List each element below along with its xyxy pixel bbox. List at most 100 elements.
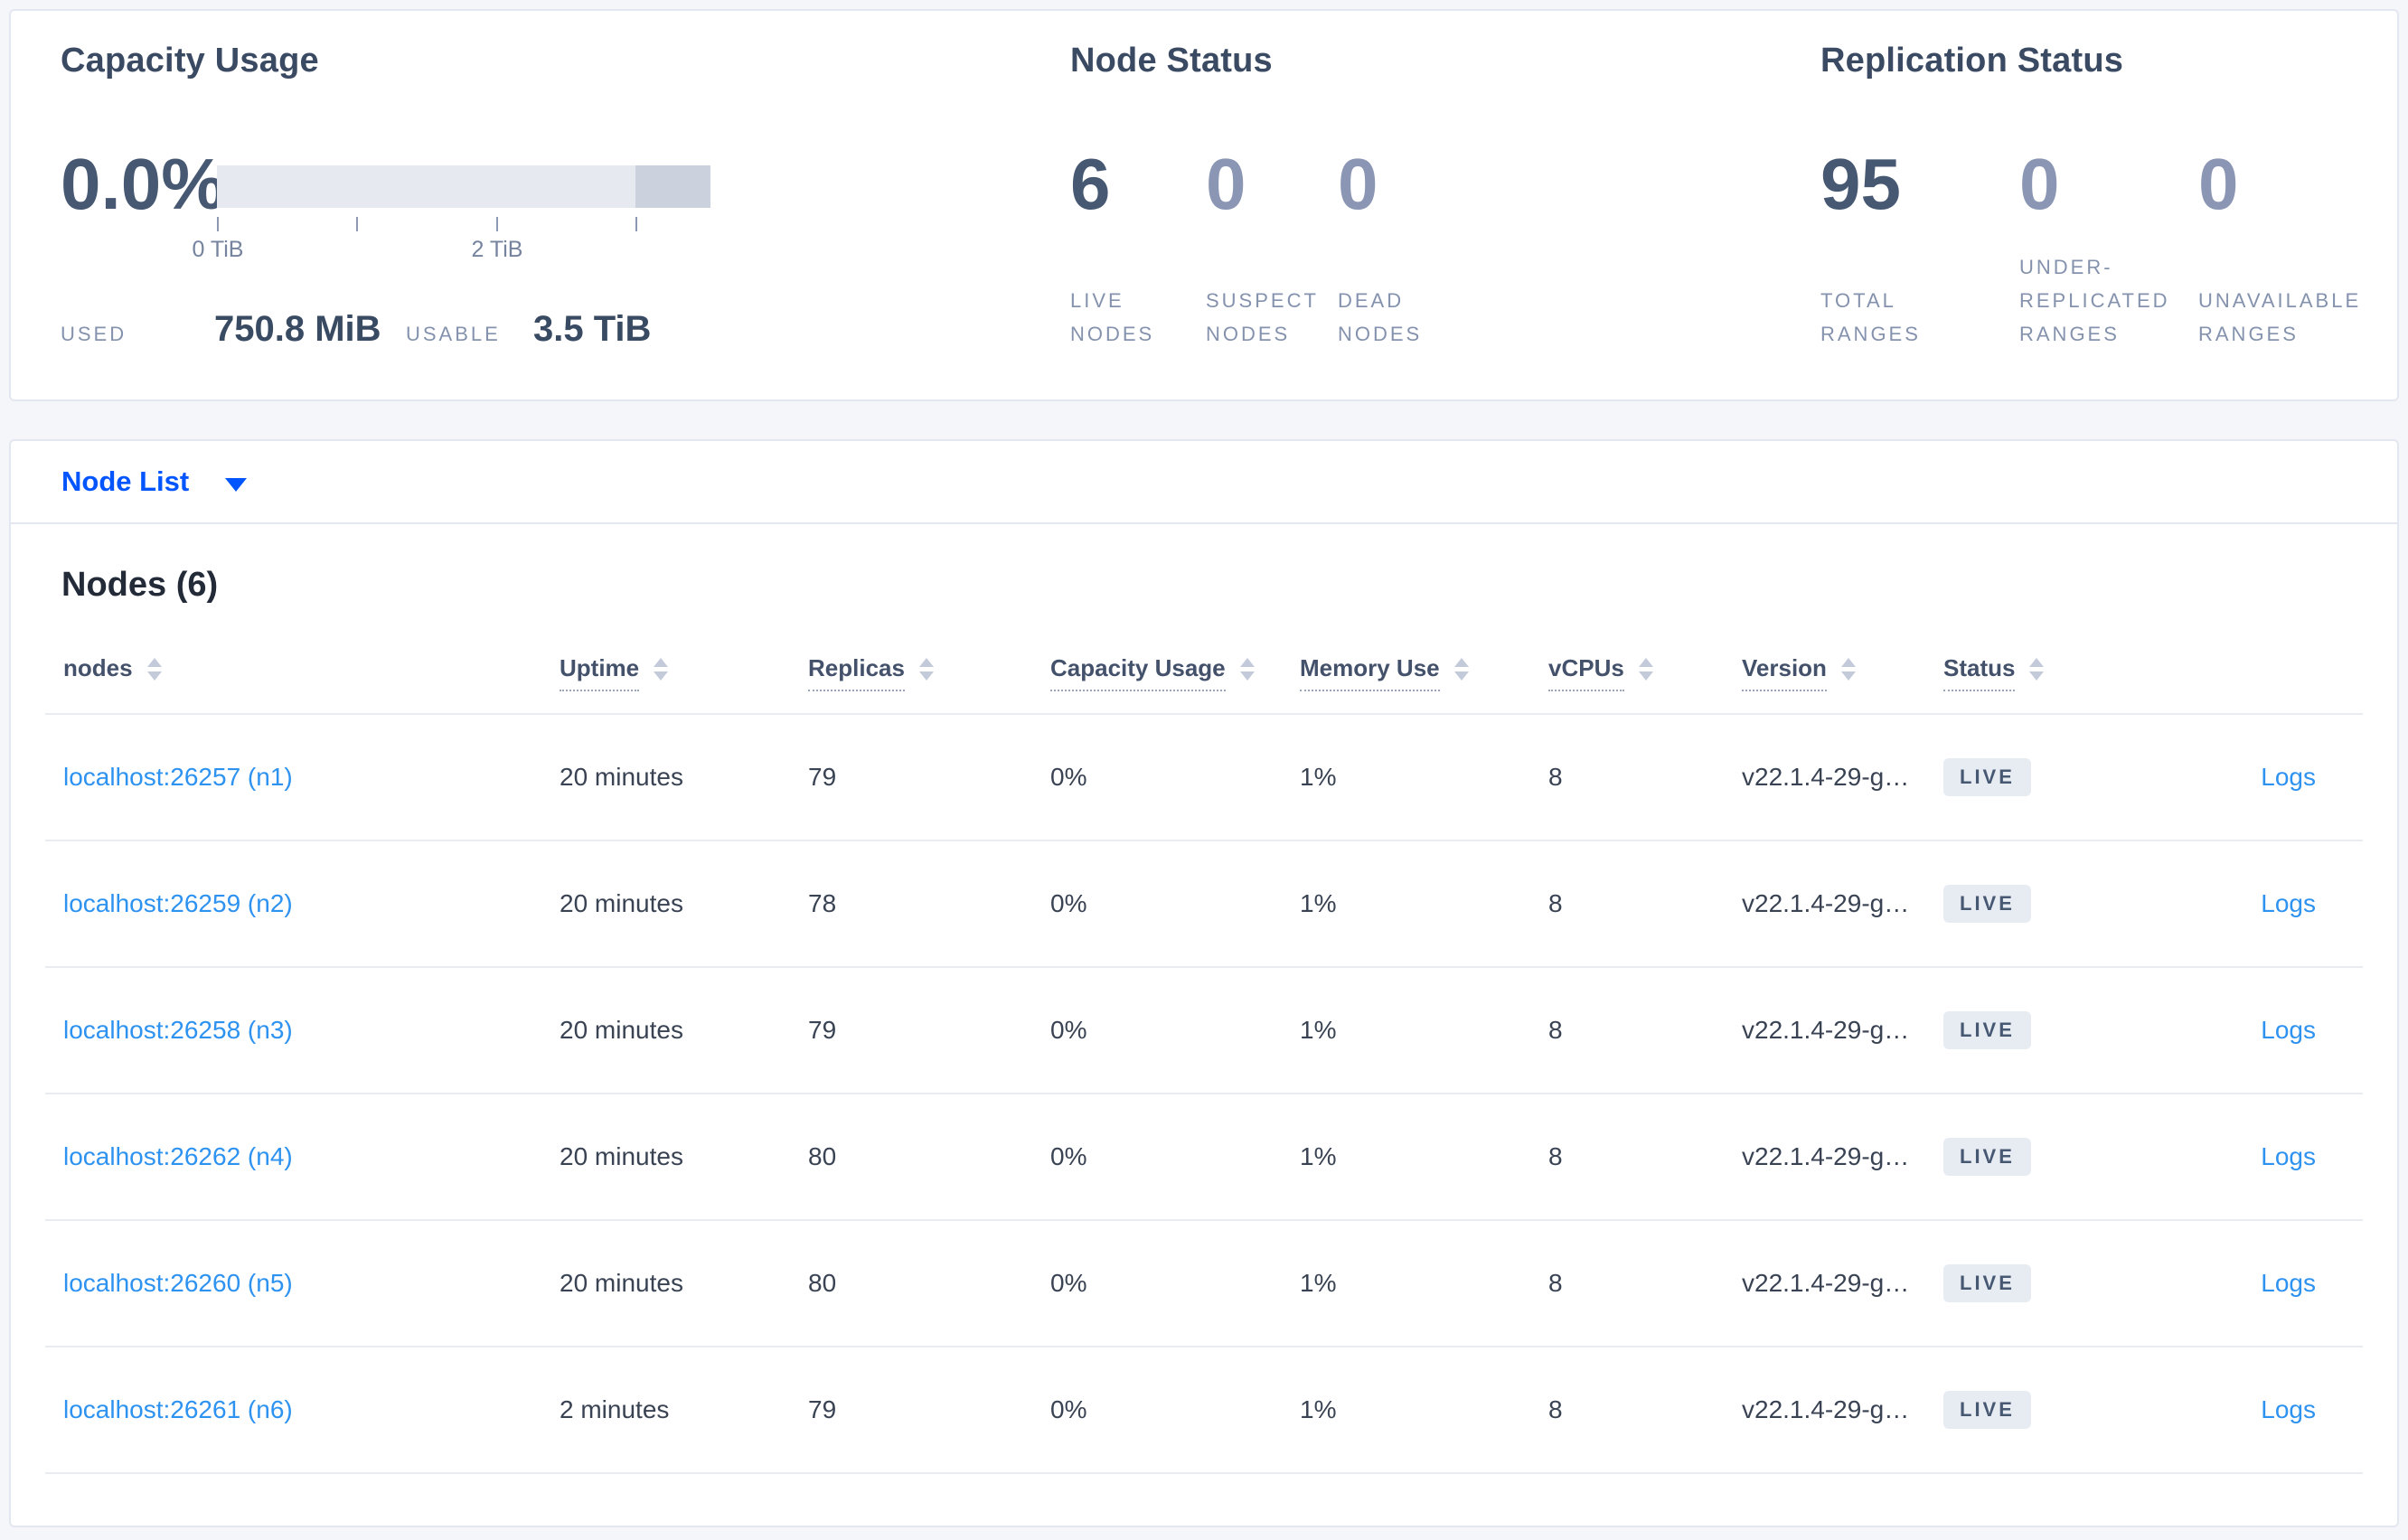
sort-icon bbox=[654, 658, 669, 681]
sort-icon bbox=[146, 658, 162, 681]
live-nodes-value: 6 bbox=[1070, 144, 1111, 224]
node-link[interactable]: localhost:26261 (n6) bbox=[63, 1395, 293, 1423]
column-header-capacity-usage[interactable]: Capacity Usage bbox=[1050, 653, 1300, 692]
uptime-cell: 20 minutes bbox=[560, 1269, 683, 1297]
suspect-nodes-value: 0 bbox=[1206, 144, 1246, 224]
table-row: localhost:26260 (n5) 20 minutes 80 0% 1%… bbox=[45, 1221, 2363, 1348]
uptime-cell: 20 minutes bbox=[560, 889, 683, 917]
uptime-cell: 20 minutes bbox=[560, 1016, 683, 1044]
replicas-cell: 80 bbox=[808, 1142, 837, 1170]
version-cell: v22.1.4-29-g… bbox=[1742, 1142, 1910, 1170]
table-row: localhost:26257 (n1) 20 minutes 79 0% 1%… bbox=[45, 715, 2363, 841]
uptime-cell: 20 minutes bbox=[560, 763, 683, 791]
node-list-dropdown[interactable]: Node List bbox=[11, 441, 2397, 522]
nodes-heading: Nodes (6) bbox=[61, 566, 219, 604]
suspect-nodes-label: SUSPECT NODES bbox=[1206, 289, 1319, 345]
under-replicated-ranges-value: 0 bbox=[2019, 144, 2060, 224]
capacity-axis-label-2: 2 TiB bbox=[471, 237, 523, 262]
node-status-values: 6 0 0 bbox=[1070, 148, 1491, 221]
table-header-row: nodes Uptime Replicas Capacity Usage Mem… bbox=[45, 632, 2363, 715]
replicas-cell: 79 bbox=[808, 1395, 837, 1423]
vcpus-cell: 8 bbox=[1548, 1016, 1563, 1044]
column-header-replicas[interactable]: Replicas bbox=[808, 653, 1050, 692]
node-link[interactable]: localhost:26262 (n4) bbox=[63, 1142, 293, 1170]
chevron-down-icon bbox=[225, 477, 248, 492]
capacity-percent-value: 0.0% bbox=[61, 144, 226, 224]
version-cell: v22.1.4-29-g… bbox=[1742, 889, 1910, 917]
logs-link[interactable]: Logs bbox=[2261, 1142, 2316, 1170]
node-status-title: Node Status bbox=[1070, 42, 1273, 80]
capacity-usage-cell: 0% bbox=[1050, 1269, 1087, 1297]
capacity-axis-tick bbox=[635, 217, 637, 231]
node-status-labels: LIVE NODES SUSPECT NODES DEAD NODES bbox=[1070, 284, 1491, 351]
logs-link[interactable]: Logs bbox=[2261, 1269, 2316, 1297]
under-replicated-ranges-label: UNDER- REPLICATED RANGES bbox=[2019, 256, 2170, 345]
capacity-axis-tick bbox=[217, 217, 219, 231]
replication-status-labels: TOTAL RANGES UNDER- REPLICATED RANGES UN… bbox=[1820, 250, 2408, 351]
column-header-version[interactable]: Version bbox=[1742, 653, 1943, 692]
version-cell: v22.1.4-29-g… bbox=[1742, 1016, 1910, 1044]
capacity-usage-cell: 0% bbox=[1050, 1395, 1087, 1423]
memory-use-cell: 1% bbox=[1300, 889, 1337, 917]
unavailable-ranges-value: 0 bbox=[2198, 144, 2239, 224]
logs-link[interactable]: Logs bbox=[2261, 763, 2316, 791]
live-nodes-label: LIVE NODES bbox=[1070, 289, 1155, 345]
capacity-usage-cell: 0% bbox=[1050, 1016, 1087, 1044]
table-row: localhost:26259 (n2) 20 minutes 78 0% 1%… bbox=[45, 841, 2363, 968]
column-header-status[interactable]: Status bbox=[1943, 653, 2146, 692]
vcpus-cell: 8 bbox=[1548, 1395, 1563, 1423]
used-value: 750.8 MiB bbox=[214, 309, 381, 349]
memory-use-cell: 1% bbox=[1300, 763, 1337, 791]
replication-status-title: Replication Status bbox=[1820, 42, 2124, 80]
total-ranges-value: 95 bbox=[1820, 144, 1901, 224]
version-cell: v22.1.4-29-g… bbox=[1742, 1395, 1910, 1423]
logs-link[interactable]: Logs bbox=[2261, 1395, 2316, 1423]
column-header-memory-use[interactable]: Memory Use bbox=[1300, 653, 1548, 692]
vcpus-cell: 8 bbox=[1548, 1269, 1563, 1297]
node-link[interactable]: localhost:26257 (n1) bbox=[63, 763, 293, 791]
column-header-nodes[interactable]: nodes bbox=[45, 653, 560, 692]
node-link[interactable]: localhost:26259 (n2) bbox=[63, 889, 293, 917]
sort-icon bbox=[1239, 658, 1255, 681]
capacity-usage-cell: 0% bbox=[1050, 1142, 1087, 1170]
node-list-dropdown-label: Node List bbox=[61, 465, 190, 497]
status-badge: LIVE bbox=[1943, 1391, 2031, 1429]
status-badge: LIVE bbox=[1943, 885, 2031, 923]
usable-label: USABLE bbox=[406, 323, 501, 345]
uptime-cell: 2 minutes bbox=[560, 1395, 670, 1423]
used-label: USED bbox=[61, 323, 127, 345]
view-selector-card: Node List bbox=[9, 439, 2399, 522]
table-row: localhost:26262 (n4) 20 minutes 80 0% 1%… bbox=[45, 1094, 2363, 1221]
logs-link[interactable]: Logs bbox=[2261, 1016, 2316, 1044]
capacity-axis-tick bbox=[496, 217, 498, 231]
sort-icon bbox=[1840, 658, 1856, 681]
vcpus-cell: 8 bbox=[1548, 763, 1563, 791]
capacity-axis-tick bbox=[356, 217, 358, 231]
table-row: localhost:26261 (n6) 2 minutes 79 0% 1% … bbox=[45, 1348, 2363, 1474]
vcpus-cell: 8 bbox=[1548, 1142, 1563, 1170]
sort-icon bbox=[1638, 658, 1653, 681]
memory-use-cell: 1% bbox=[1300, 1016, 1337, 1044]
node-link[interactable]: localhost:26258 (n3) bbox=[63, 1016, 293, 1044]
usable-value: 3.5 TiB bbox=[533, 309, 652, 349]
table-row: localhost:26258 (n3) 20 minutes 79 0% 1%… bbox=[45, 968, 2363, 1094]
status-badge: LIVE bbox=[1943, 1138, 2031, 1176]
column-header-vcpus[interactable]: vCPUs bbox=[1548, 653, 1742, 692]
nodes-table-card: Nodes (6) nodes Uptime Replicas Capacity… bbox=[9, 522, 2399, 1527]
total-ranges-label: TOTAL RANGES bbox=[1820, 289, 1921, 345]
status-badge: LIVE bbox=[1943, 1264, 2031, 1302]
replication-status-values: 95 0 0 bbox=[1820, 148, 2408, 221]
uptime-cell: 20 minutes bbox=[560, 1142, 683, 1170]
replicas-cell: 80 bbox=[808, 1269, 837, 1297]
memory-use-cell: 1% bbox=[1300, 1142, 1337, 1170]
version-cell: v22.1.4-29-g… bbox=[1742, 1269, 1910, 1297]
sort-icon bbox=[918, 658, 934, 681]
logs-link[interactable]: Logs bbox=[2261, 889, 2316, 917]
replication-status-section: Replication Status 95 0 0 TOTAL RANGES U… bbox=[1820, 11, 2399, 399]
capacity-usage-cell: 0% bbox=[1050, 763, 1087, 791]
column-header-uptime[interactable]: Uptime bbox=[560, 653, 808, 692]
node-link[interactable]: localhost:26260 (n5) bbox=[63, 1269, 293, 1297]
cluster-summary-card: Capacity Usage 0.0% 0 TiB 2 TiB USED 750… bbox=[9, 9, 2399, 401]
memory-use-cell: 1% bbox=[1300, 1269, 1337, 1297]
capacity-bar-chart bbox=[217, 165, 710, 208]
